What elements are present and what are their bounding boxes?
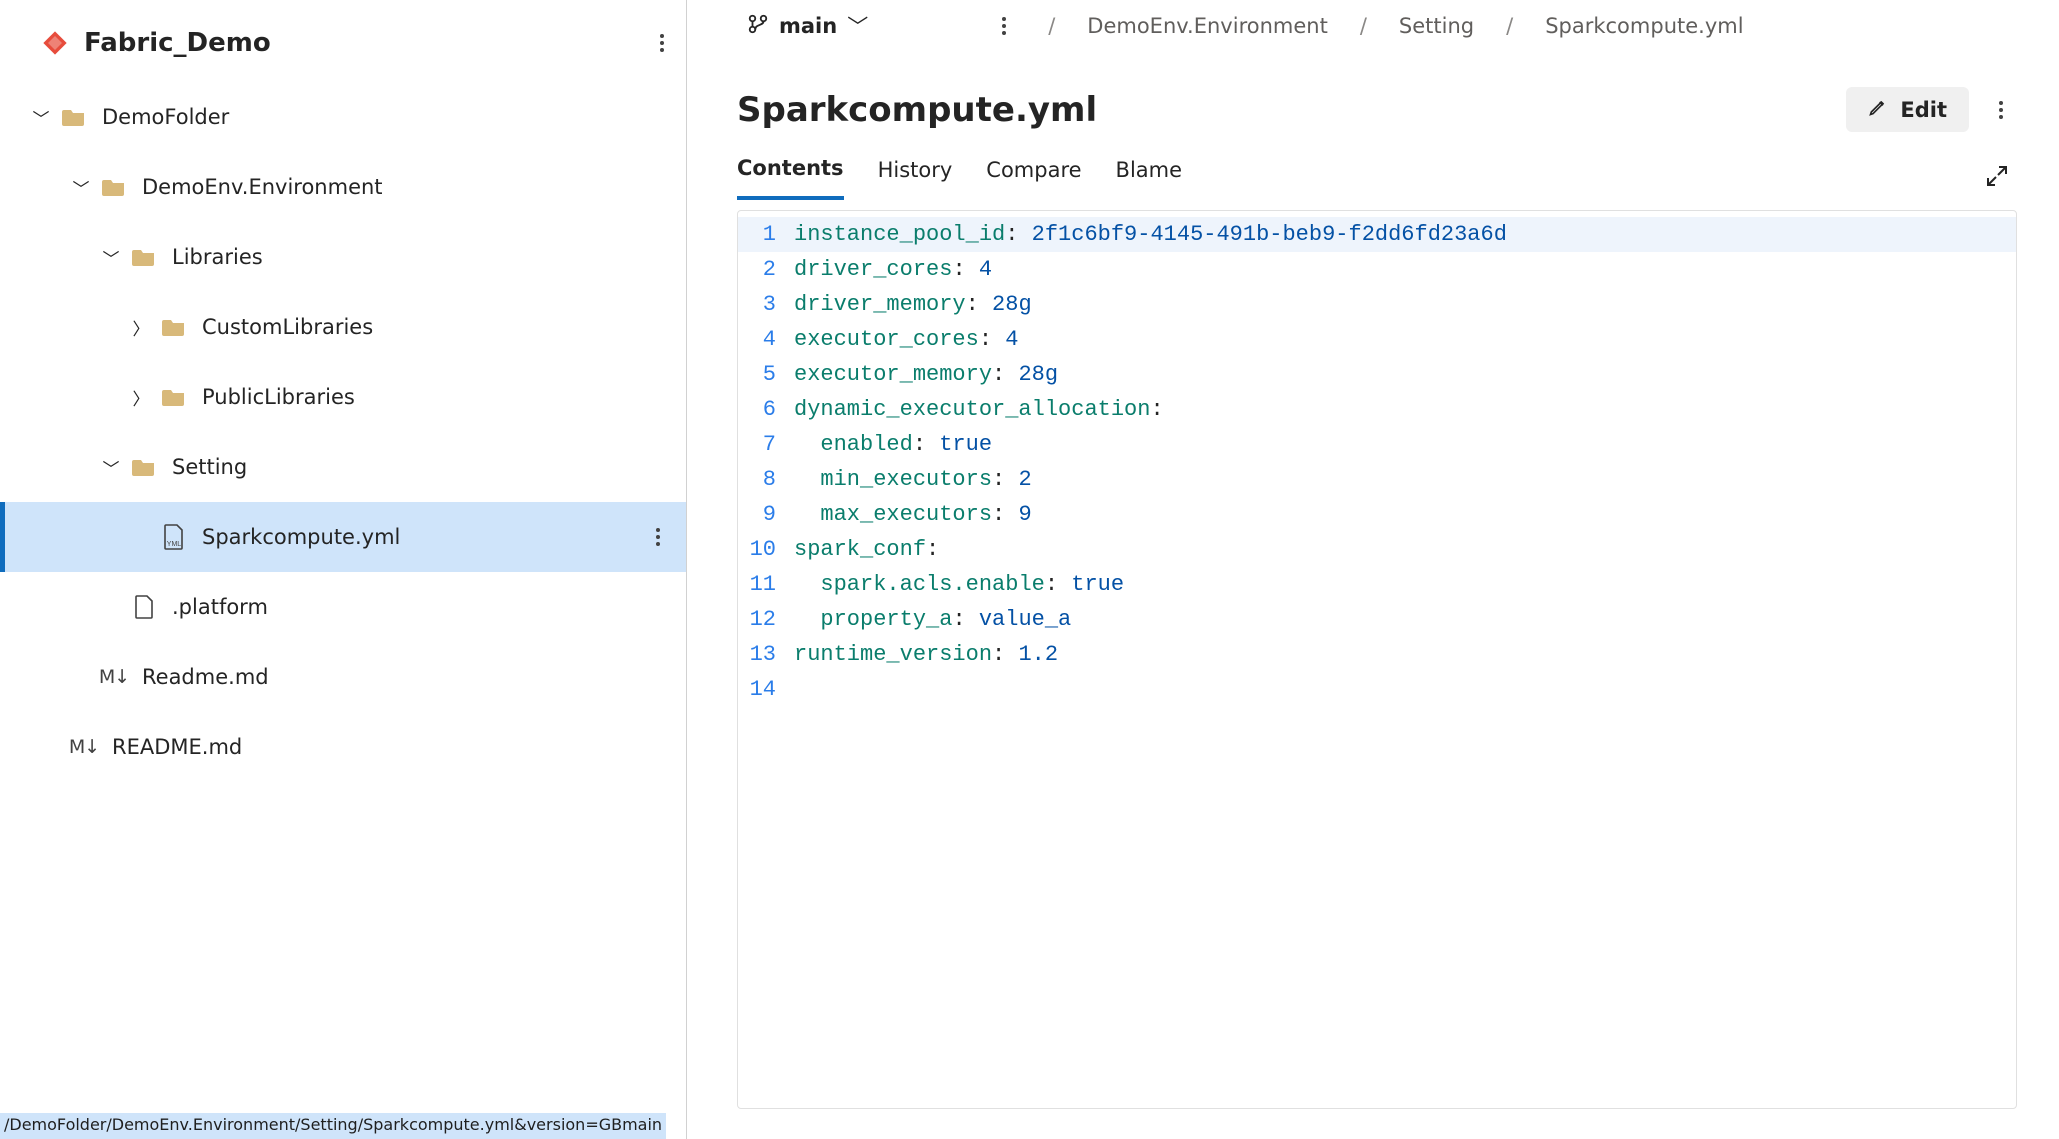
tab-history[interactable]: History	[878, 158, 953, 198]
tree-label: Libraries	[172, 245, 263, 269]
chevron-down-icon: ﹀	[100, 455, 122, 480]
branch-selector[interactable]: main ﹀	[747, 11, 868, 41]
tree-item-libraries[interactable]: ﹀ Libraries	[0, 222, 686, 292]
tree-label: Setting	[172, 455, 247, 479]
breadcrumb-sep: /	[1048, 14, 1055, 38]
breadcrumb-item[interactable]: DemoEnv.Environment	[1087, 14, 1328, 38]
markdown-icon: M↓	[70, 736, 98, 758]
yml-file-icon: YML	[160, 524, 188, 550]
tree-item-publiclib[interactable]: 〉 PublicLibraries	[0, 362, 686, 432]
tree-item-sparkcompute[interactable]: YML Sparkcompute.yml	[0, 502, 686, 572]
folder-icon	[160, 317, 188, 337]
tab-blame[interactable]: Blame	[1116, 158, 1183, 198]
tree-label: .platform	[172, 595, 268, 619]
breadcrumb-menu-icon[interactable]	[996, 11, 1024, 41]
file-icon	[130, 595, 158, 619]
chevron-right-icon: 〉	[130, 385, 152, 410]
branch-icon	[747, 13, 769, 40]
tab-compare[interactable]: Compare	[986, 158, 1081, 198]
svg-text:YML: YML	[167, 541, 182, 548]
breadcrumb-sep: /	[1506, 14, 1513, 38]
repo-icon	[40, 28, 70, 58]
chevron-right-icon: 〉	[130, 315, 152, 340]
tree-label: DemoEnv.Environment	[142, 175, 383, 199]
tree-label: PublicLibraries	[202, 385, 355, 409]
breadcrumb-item[interactable]: Sparkcompute.yml	[1545, 14, 1743, 38]
chevron-down-icon: ﹀	[30, 105, 52, 130]
tree-label: Sparkcompute.yml	[202, 525, 400, 549]
breadcrumb-sep: /	[1360, 14, 1367, 38]
tree-item-customlib[interactable]: 〉 CustomLibraries	[0, 292, 686, 362]
markdown-icon: M↓	[100, 666, 128, 688]
tree-label: CustomLibraries	[202, 315, 373, 339]
edit-label: Edit	[1900, 98, 1947, 122]
folder-icon	[130, 457, 158, 477]
chevron-down-icon: ﹀	[70, 175, 92, 200]
tree-item-readme1[interactable]: M↓ Readme.md	[0, 642, 686, 712]
tab-contents[interactable]: Contents	[737, 156, 844, 200]
tree-item-readme2[interactable]: M↓ README.md	[0, 712, 686, 782]
tree-item-setting[interactable]: ﹀ Setting	[0, 432, 686, 502]
chevron-down-icon: ﹀	[847, 11, 868, 41]
tree-item-platform[interactable]: .platform	[0, 572, 686, 642]
tree-item-demoenv[interactable]: ﹀ DemoEnv.Environment	[0, 152, 686, 222]
file-menu-icon[interactable]	[1993, 95, 2009, 125]
folder-icon	[130, 247, 158, 267]
chevron-down-icon: ﹀	[100, 245, 122, 270]
tree-label: README.md	[112, 735, 242, 759]
tree-item-demofolder[interactable]: ﹀ DemoFolder	[0, 82, 686, 152]
item-menu-icon[interactable]	[650, 522, 666, 552]
file-contents[interactable]: 1instance_pool_id: 2f1c6bf9-4145-491b-be…	[737, 210, 2017, 1109]
repo-menu-icon[interactable]	[654, 28, 670, 58]
tree-label: DemoFolder	[102, 105, 229, 129]
pencil-icon	[1868, 97, 1888, 122]
fullscreen-icon[interactable]	[1985, 164, 2009, 193]
folder-icon	[160, 387, 188, 407]
breadcrumb-item[interactable]: Setting	[1399, 14, 1474, 38]
status-url: /DemoFolder/DemoEnv.Environment/Setting/…	[0, 1113, 666, 1139]
breadcrumb: / DemoEnv.Environment / Setting / Sparkc…	[1048, 14, 1743, 38]
tree-label: Readme.md	[142, 665, 269, 689]
repo-name: Fabric_Demo	[84, 28, 271, 58]
page-title: Sparkcompute.yml	[737, 90, 1097, 130]
folder-icon	[100, 177, 128, 197]
folder-icon	[60, 107, 88, 127]
edit-button[interactable]: Edit	[1846, 87, 1969, 132]
branch-name: main	[779, 14, 837, 38]
